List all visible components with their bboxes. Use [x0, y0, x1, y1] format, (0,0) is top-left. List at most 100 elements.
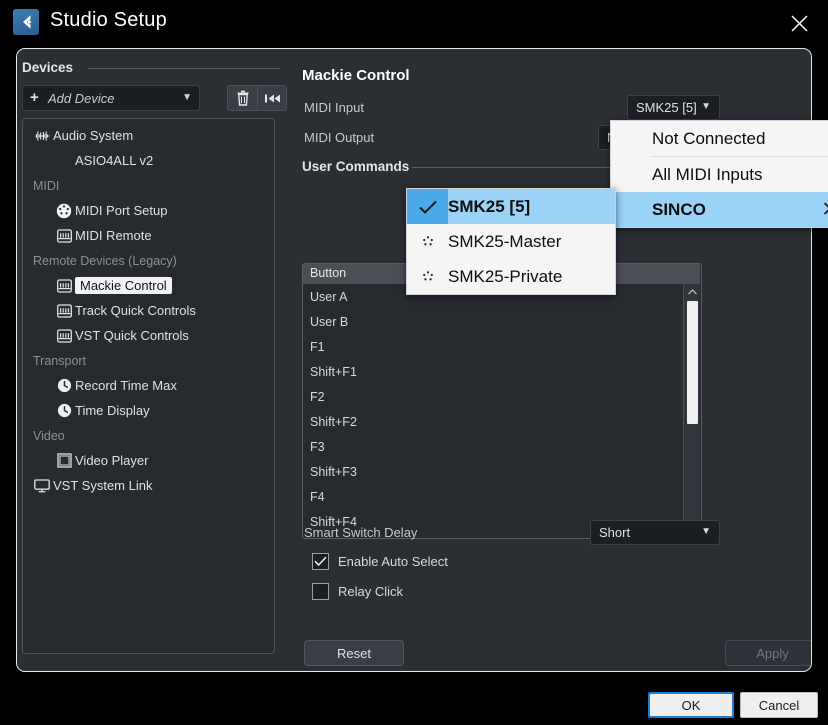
window-title: Studio Setup — [50, 9, 167, 31]
midi-keyboard-icon — [53, 327, 75, 345]
cancel-button[interactable]: Cancel — [740, 692, 818, 718]
reset-button[interactable]: Reset — [304, 640, 404, 666]
midi-din-icon — [53, 202, 75, 220]
user-commands-label: User Commands — [302, 159, 410, 174]
relay-click-label: Relay Click — [338, 584, 404, 599]
tree-item-label: ASIO4ALL v2 — [75, 153, 154, 168]
tree-category-label: Remote Devices (Legacy) — [33, 253, 177, 268]
table-row[interactable]: F3 — [303, 440, 325, 454]
midi-keyboard-icon — [53, 302, 75, 320]
ok-button[interactable]: OK — [648, 692, 734, 718]
trash-icon[interactable] — [227, 85, 257, 111]
devices-header-rule — [88, 68, 280, 69]
tree-item-track-quick-controls[interactable]: Track Quick Controls — [23, 298, 274, 323]
midi-keyboard-icon — [53, 277, 75, 295]
user-commands-table[interactable]: Button User A User B F1 Shift+F1 F2 Shift+F2 F… — [302, 263, 702, 539]
midi-input-value: SMK25 [5] — [636, 100, 697, 115]
tree-category: Remote Devices (Legacy) — [23, 248, 274, 273]
tree-item-label: VST Quick Controls — [75, 328, 189, 343]
enable-auto-select-checkbox[interactable] — [312, 553, 329, 570]
tree-item-label: Track Quick Controls — [75, 303, 196, 318]
menu-item-label: All MIDI Inputs — [652, 164, 763, 184]
table-row[interactable]: Shift+F3 — [303, 465, 357, 479]
chevron-up-icon[interactable] — [684, 284, 701, 299]
table-row[interactable]: Shift+F1 — [303, 365, 357, 379]
midi-keyboard-icon — [53, 227, 75, 245]
table-row[interactable]: User A — [303, 290, 348, 304]
midi-din-icon — [407, 224, 448, 259]
submenu-item-label: SMK25-Master — [448, 231, 562, 251]
close-icon[interactable] — [780, 7, 818, 39]
menu-item-all-midi-inputs[interactable]: All MIDI Inputs — [611, 157, 828, 192]
midi-input-submenu[interactable]: SMK25 [5] SMK25-Master SMK25-Private — [406, 188, 616, 295]
tree-category: Video — [23, 423, 274, 448]
no-icon — [53, 152, 75, 170]
table-row[interactable]: F1 — [303, 340, 325, 354]
table-row[interactable]: F2 — [303, 390, 325, 404]
menu-item-label: Not Connected — [652, 128, 766, 148]
menu-item-not-connected[interactable]: Not Connected — [611, 121, 828, 156]
tree-item-vst-quick-controls[interactable]: VST Quick Controls — [23, 323, 274, 348]
waveform-icon — [31, 127, 53, 145]
smart-switch-delay-dropdown[interactable]: Short ▼ — [590, 520, 720, 545]
plus-icon: + — [30, 89, 39, 106]
tree-category: Transport — [23, 348, 274, 373]
monitor-icon — [31, 477, 53, 495]
table-scrollbar[interactable] — [683, 284, 700, 537]
devices-group-label: Devices — [22, 60, 74, 75]
studio-setup-window: Studio Setup Devices + Add Device ▼ Audi… — [0, 0, 828, 725]
tree-category-label: MIDI — [33, 178, 60, 193]
check-icon — [314, 556, 327, 567]
tree-item-asio4all-v2[interactable]: ASIO4ALL v2 — [23, 148, 274, 173]
devices-toolbar: + Add Device ▼ — [22, 85, 294, 111]
chevron-right-icon — [823, 202, 828, 218]
tree-category-label: Video — [33, 428, 65, 443]
midi-input-dropdown[interactable]: SMK25 [5] ▼ — [627, 95, 720, 120]
devices-panel: Devices + Add Device ▼ Audio System ASIO… — [22, 60, 294, 660]
smart-switch-delay-label: Smart Switch Delay — [304, 525, 418, 540]
film-frame-icon — [53, 452, 75, 470]
midi-input-menu[interactable]: Not Connected All MIDI Inputs SINCO — [610, 120, 828, 228]
relay-click-checkbox[interactable] — [312, 583, 329, 600]
midi-din-icon — [407, 259, 448, 294]
tree-item-audio-system[interactable]: Audio System — [23, 123, 274, 148]
midi-output-label: MIDI Output — [304, 130, 375, 145]
apply-button: Apply — [725, 640, 811, 666]
device-tree[interactable]: Audio System ASIO4ALL v2 MIDI MIDI Port Set… — [22, 118, 275, 654]
table-row[interactable]: Shift+F2 — [303, 415, 357, 429]
title-bar: Studio Setup — [0, 0, 828, 46]
column-header-button[interactable]: Button — [303, 264, 408, 284]
menu-item-sinco[interactable]: SINCO — [611, 192, 828, 227]
tree-category-label: Transport — [33, 353, 87, 368]
submenu-item-label: SMK25-Private — [448, 266, 563, 286]
cubase-logo-icon — [13, 9, 39, 35]
table-row[interactable]: F4 — [303, 490, 325, 504]
clock-icon — [53, 377, 75, 395]
tree-item-midi-remote[interactable]: MIDI Remote — [23, 223, 274, 248]
chevron-down-icon: ▼ — [701, 101, 711, 112]
check-icon — [407, 189, 448, 224]
tree-item-time-display[interactable]: Time Display — [23, 398, 274, 423]
add-device-dropdown[interactable]: + Add Device ▼ — [22, 85, 200, 111]
tree-item-record-time-max[interactable]: Record Time Max — [23, 373, 274, 398]
tree-item-vst-system-link[interactable]: VST System Link — [23, 473, 274, 498]
submenu-item-smk25-5-[interactable]: SMK25 [5] — [407, 189, 615, 224]
tree-item-label: VST System Link — [53, 478, 153, 493]
tree-item-label: MIDI Remote — [75, 228, 152, 243]
add-device-label: Add Device — [48, 91, 115, 106]
tree-item-video-player[interactable]: Video Player — [23, 448, 274, 473]
tree-item-label: Mackie Control — [75, 277, 172, 294]
table-row[interactable]: User B — [303, 315, 348, 329]
tree-item-mackie-control[interactable]: Mackie Control — [23, 273, 274, 298]
enable-auto-select-label: Enable Auto Select — [338, 554, 448, 569]
submenu-item-smk25-private[interactable]: SMK25-Private — [407, 259, 615, 294]
tree-item-midi-port-setup[interactable]: MIDI Port Setup — [23, 198, 274, 223]
tree-item-label: MIDI Port Setup — [75, 203, 168, 218]
page-title: Mackie Control — [302, 67, 410, 84]
submenu-item-smk25-master[interactable]: SMK25-Master — [407, 224, 615, 259]
tree-item-label: Audio System — [53, 128, 134, 143]
midi-input-label: MIDI Input — [304, 100, 364, 115]
tree-category: MIDI — [23, 173, 274, 198]
rewind-to-start-icon[interactable] — [257, 85, 287, 111]
scrollbar-thumb[interactable] — [687, 301, 698, 424]
